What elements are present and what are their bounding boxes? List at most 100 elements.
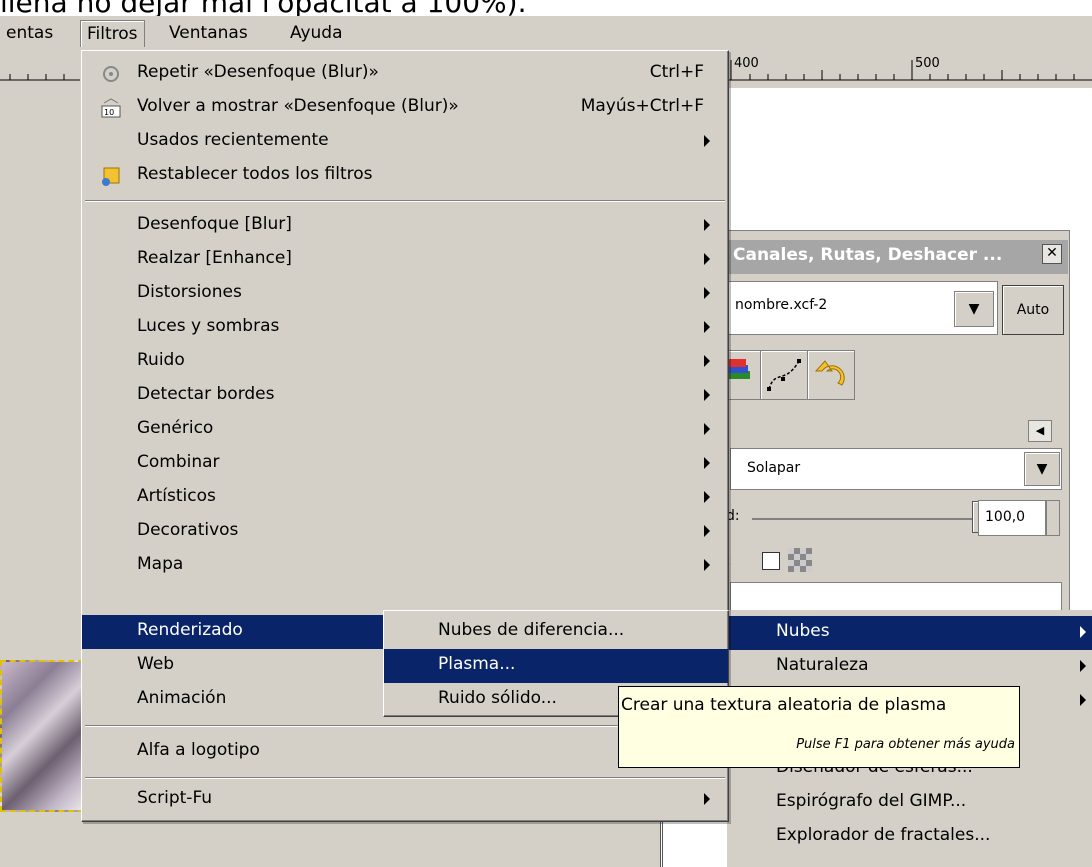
submenu-item-label: Ruido sólido... (438, 688, 557, 708)
menu-item-label: Distorsiones (137, 282, 242, 302)
menu-item-label: Script-Fu (137, 788, 213, 808)
menu-item-label: Luces y sombras (137, 316, 280, 336)
menu-tools[interactable]: entas (0, 20, 59, 46)
lock-checkbox[interactable] (762, 552, 780, 570)
menu-item-recent[interactable]: Usados recientemente (82, 125, 728, 159)
menu-item-label: Repetir «Desenfoque (Blur)» (137, 62, 379, 82)
chevron-right-icon (1080, 660, 1086, 672)
submenu-item-nature[interactable]: Naturaleza (727, 650, 1092, 684)
chevron-down-icon[interactable]: ▼ (1024, 452, 1060, 486)
submenu-item-fractal-explorer[interactable]: Explorador de fractales... (727, 820, 1092, 854)
submenu-item-label: Nubes (776, 621, 830, 641)
menu-item-light-shadow[interactable]: Luces y sombras (82, 311, 728, 345)
menu-filters-label: Filtros (87, 24, 138, 44)
menu-filters[interactable]: Filtros (80, 20, 145, 47)
submenu-item-gimpressionist-spiro[interactable]: Espirógrafo del GIMP... (727, 786, 1092, 820)
chevron-right-icon (704, 355, 710, 367)
chevron-right-icon (704, 389, 710, 401)
svg-text:10: 10 (104, 108, 114, 117)
image-layer-preview[interactable] (0, 660, 84, 812)
menu-item-label: Realzar [Enhance] (137, 248, 292, 268)
menu-item-reshow[interactable]: 10 Volver a mostrar «Desenfoque (Blur)» … (82, 91, 728, 125)
chevron-right-icon (704, 457, 710, 469)
menu-item-label: Genérico (137, 418, 214, 438)
opacity-input[interactable]: 100,0 (978, 500, 1046, 536)
chevron-right-icon (704, 559, 710, 571)
submenu-item-label: Explorador de fractales... (776, 825, 991, 845)
menu-item-combine[interactable]: Combinar (82, 447, 728, 481)
ruler-label-400: 400 (734, 56, 759, 71)
menu-item-shortcut: Mayús+Ctrl+F (580, 96, 704, 116)
alpha-lock-icon[interactable] (788, 548, 812, 572)
menu-help-label: Ayuda (290, 23, 343, 43)
chevron-right-icon (704, 253, 710, 265)
menu-item-edge-detect[interactable]: Detectar bordes (82, 379, 728, 413)
chevron-right-icon (704, 135, 710, 147)
paths-tab[interactable] (760, 350, 808, 400)
close-icon[interactable]: ✕ (1042, 244, 1062, 264)
menu-item-artistic[interactable]: Artísticos (82, 481, 728, 515)
opacity-slider[interactable] (752, 518, 972, 520)
menu-help[interactable]: Ayuda (284, 20, 349, 46)
chevron-right-icon (704, 219, 710, 231)
menu-item-label: Combinar (137, 452, 220, 472)
menu-item-generic[interactable]: Genérico (82, 413, 728, 447)
submenu-item-label: Espirógrafo del GIMP... (776, 791, 967, 811)
undo-tab[interactable] (807, 350, 855, 400)
chevron-right-icon (1080, 626, 1086, 638)
submenu-item-clouds[interactable]: Nubes (727, 616, 1092, 650)
paths-icon (767, 359, 801, 391)
chevron-right-icon (704, 321, 710, 333)
caption-text: llena no dejar mal l'opacitat a 100%). (0, 0, 527, 16)
menu-separator (85, 200, 725, 202)
menu-item-noise[interactable]: Ruido (82, 345, 728, 379)
opacity-spinner[interactable] (1046, 500, 1060, 536)
menu-item-label: Animación (137, 688, 227, 708)
menu-windows-label: Ventanas (169, 23, 248, 43)
submenu-item-label: Naturaleza (776, 655, 869, 675)
tooltip: Crear una textura aleatoria de plasma Pu… (618, 686, 1020, 768)
menu-item-label: Alfa a logotipo (137, 740, 260, 760)
menu-item-label: Desenfoque [Blur] (137, 214, 292, 234)
image-name: nombre.xcf-2 (735, 297, 828, 313)
menu-item-map[interactable]: Mapa (82, 549, 728, 583)
tooltip-text: Crear una textura aleatoria de plasma (621, 695, 947, 715)
menu-item-shortcut: Ctrl+F (649, 62, 704, 82)
menu-windows[interactable]: Ventanas (163, 20, 254, 46)
dock-titlebar[interactable]: Canales, Rutas, Deshacer ... (715, 240, 1068, 274)
menu-item-enhance[interactable]: Realzar [Enhance] (82, 243, 728, 277)
menu-item-label: Volver a mostrar «Desenfoque (Blur)» (137, 96, 459, 116)
chevron-right-icon (704, 423, 710, 435)
ruler-label-500: 500 (915, 56, 940, 71)
menu-separator (85, 777, 725, 779)
menu-item-label: Ruido (137, 350, 185, 370)
menu-item-label: Detectar bordes (137, 384, 275, 404)
auto-button[interactable]: Auto (1002, 285, 1064, 335)
submenu-item-plasma[interactable]: Plasma... (384, 649, 728, 683)
chevron-right-icon (704, 525, 710, 537)
chevron-right-icon (704, 491, 710, 503)
submenu-item-label: Plasma... (438, 654, 516, 674)
menu-item-label: Artísticos (137, 486, 216, 506)
menu-item-label: Decorativos (137, 520, 239, 540)
menu-item-label: Web (137, 654, 175, 674)
menu-tools-label: entas (6, 23, 54, 43)
menu-item-decor[interactable]: Decorativos (82, 515, 728, 549)
chevron-down-icon[interactable]: ▼ (954, 291, 994, 327)
menu-item-label: Restablecer todos los filtros (137, 164, 373, 184)
submenu-item-difference-clouds[interactable]: Nubes de diferencia... (384, 615, 728, 649)
menu-item-blur[interactable]: Desenfoque [Blur] (82, 209, 728, 243)
dock-title: Canales, Rutas, Deshacer ... (733, 245, 1003, 265)
opacity-value: 100,0 (985, 509, 1026, 525)
mode-selector[interactable]: Solapar (730, 448, 1062, 490)
mode-value: Solapar (747, 460, 801, 476)
menu-item-label: Renderizado (137, 620, 243, 640)
menu-item-script-fu[interactable]: Script-Fu (82, 783, 728, 817)
panel-menu-icon[interactable]: ◀ (1028, 420, 1052, 442)
menu-item-repeat[interactable]: Repetir «Desenfoque (Blur)» Ctrl+F (82, 57, 728, 91)
menu-item-reset-filters[interactable]: Restablecer todos los filtros (82, 159, 728, 193)
page-caption: llena no dejar mal l'opacitat a 100%). (0, 0, 1092, 16)
menu-item-distorts[interactable]: Distorsiones (82, 277, 728, 311)
chevron-right-icon (1080, 694, 1086, 706)
undo-icon (814, 360, 845, 386)
